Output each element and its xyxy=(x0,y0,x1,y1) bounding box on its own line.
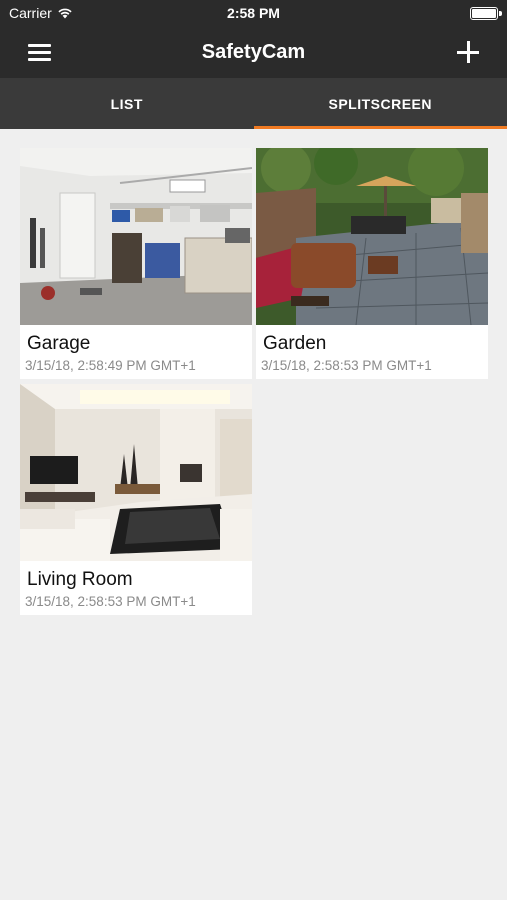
camera-thumbnail-garden xyxy=(256,148,488,325)
navigation-bar: SafetyCam xyxy=(0,28,507,78)
camera-thumbnail-living-room xyxy=(20,384,252,561)
camera-card-garden[interactable]: Garden 3/15/18, 2:58:53 PM GMT+1 xyxy=(256,148,488,379)
tab-list[interactable]: LIST xyxy=(0,78,254,129)
camera-name: Living Room xyxy=(27,569,133,590)
add-camera-button[interactable] xyxy=(451,37,485,69)
app-title: SafetyCam xyxy=(201,41,306,63)
camera-thumbnail-garage xyxy=(20,148,252,325)
camera-timestamp: 3/15/18, 2:58:49 PM GMT+1 xyxy=(25,358,196,373)
camera-name: Garage xyxy=(27,333,91,354)
camera-timestamp: 3/15/18, 2:58:53 PM GMT+1 xyxy=(25,594,196,609)
status-time: 2:58 PM xyxy=(227,5,280,21)
camera-card-garage[interactable]: Garage 3/15/18, 2:58:49 PM GMT+1 xyxy=(20,148,252,379)
battery-icon xyxy=(470,7,502,20)
view-tabs: LIST SPLITSCREEN xyxy=(0,78,507,129)
camera-card-living-room[interactable]: Living Room 3/15/18, 2:58:53 PM GMT+1 xyxy=(20,384,252,615)
camera-name: Garden xyxy=(263,333,327,354)
camera-timestamp: 3/15/18, 2:58:53 PM GMT+1 xyxy=(261,358,432,373)
tab-splitscreen[interactable]: SPLITSCREEN xyxy=(253,78,507,129)
status-bar: Carrier 2:58 PM xyxy=(0,0,507,28)
